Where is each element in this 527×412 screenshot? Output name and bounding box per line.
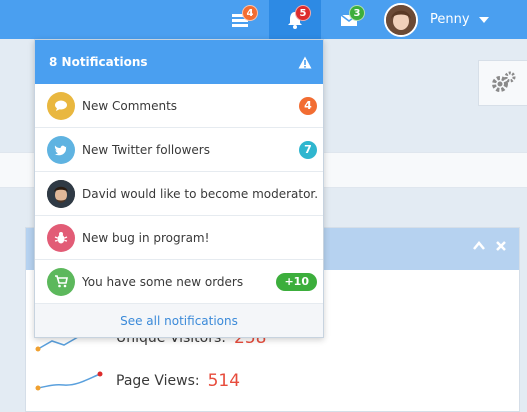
david-avatar: [47, 179, 75, 208]
settings-toggle[interactable]: [478, 60, 527, 106]
see-all-label: See all notifications: [120, 313, 238, 328]
user-avatar: [384, 2, 418, 37]
page-views-stat: Page Views: 514: [34, 368, 240, 394]
notification-moderator[interactable]: David would like to become moderator.: [35, 172, 323, 216]
notification-label: New Comments: [82, 98, 178, 113]
notifications-button[interactable]: 5: [269, 0, 321, 39]
close-icon[interactable]: [495, 240, 507, 256]
chevron-down-icon: [478, 16, 489, 23]
see-all-notifications-link[interactable]: See all notifications: [35, 304, 323, 337]
tasks-button[interactable]: 4: [216, 0, 264, 39]
cart-icon: [47, 267, 75, 296]
top-navbar: 4 5 3 Penny: [0, 0, 527, 39]
notification-badge: 4: [299, 96, 317, 115]
notification-bug[interactable]: New bug in program!: [35, 216, 323, 260]
twitter-icon: [47, 135, 75, 164]
notifications-dropdown: 8 Notifications New Comments 4 New Twitt…: [34, 39, 324, 338]
page-views-label: Page Views:: [116, 373, 200, 389]
collapse-icon[interactable]: [473, 240, 485, 256]
bug-icon: [47, 223, 75, 252]
notification-orders[interactable]: You have some new orders +10: [35, 260, 323, 304]
notification-comments[interactable]: New Comments 4: [35, 84, 323, 128]
notification-label: New bug in program!: [82, 230, 210, 245]
notification-label: You have some new orders: [82, 274, 244, 289]
notification-label: David would like to become moderator.: [82, 186, 319, 201]
messages-badge: 3: [349, 5, 365, 21]
gears-icon: [492, 71, 516, 92]
notification-badge: 7: [299, 140, 317, 159]
pageviews-sparkline: [35, 371, 103, 391]
notification-badge: +10: [276, 272, 317, 291]
warning-icon: [298, 56, 312, 68]
comment-icon: [47, 91, 75, 120]
notification-label: New Twitter followers: [82, 142, 210, 157]
notifications-header: 8 Notifications: [35, 40, 323, 84]
tasks-badge: 4: [242, 5, 258, 21]
notifications-title: 8 Notifications: [49, 55, 148, 69]
notification-twitter[interactable]: New Twitter followers 7: [35, 128, 323, 172]
user-name: Penny: [430, 12, 470, 27]
messages-button[interactable]: 3: [324, 0, 374, 39]
user-menu[interactable]: Penny: [384, 0, 489, 39]
page-views-value: 514: [207, 371, 241, 391]
notifications-badge: 5: [295, 5, 311, 21]
